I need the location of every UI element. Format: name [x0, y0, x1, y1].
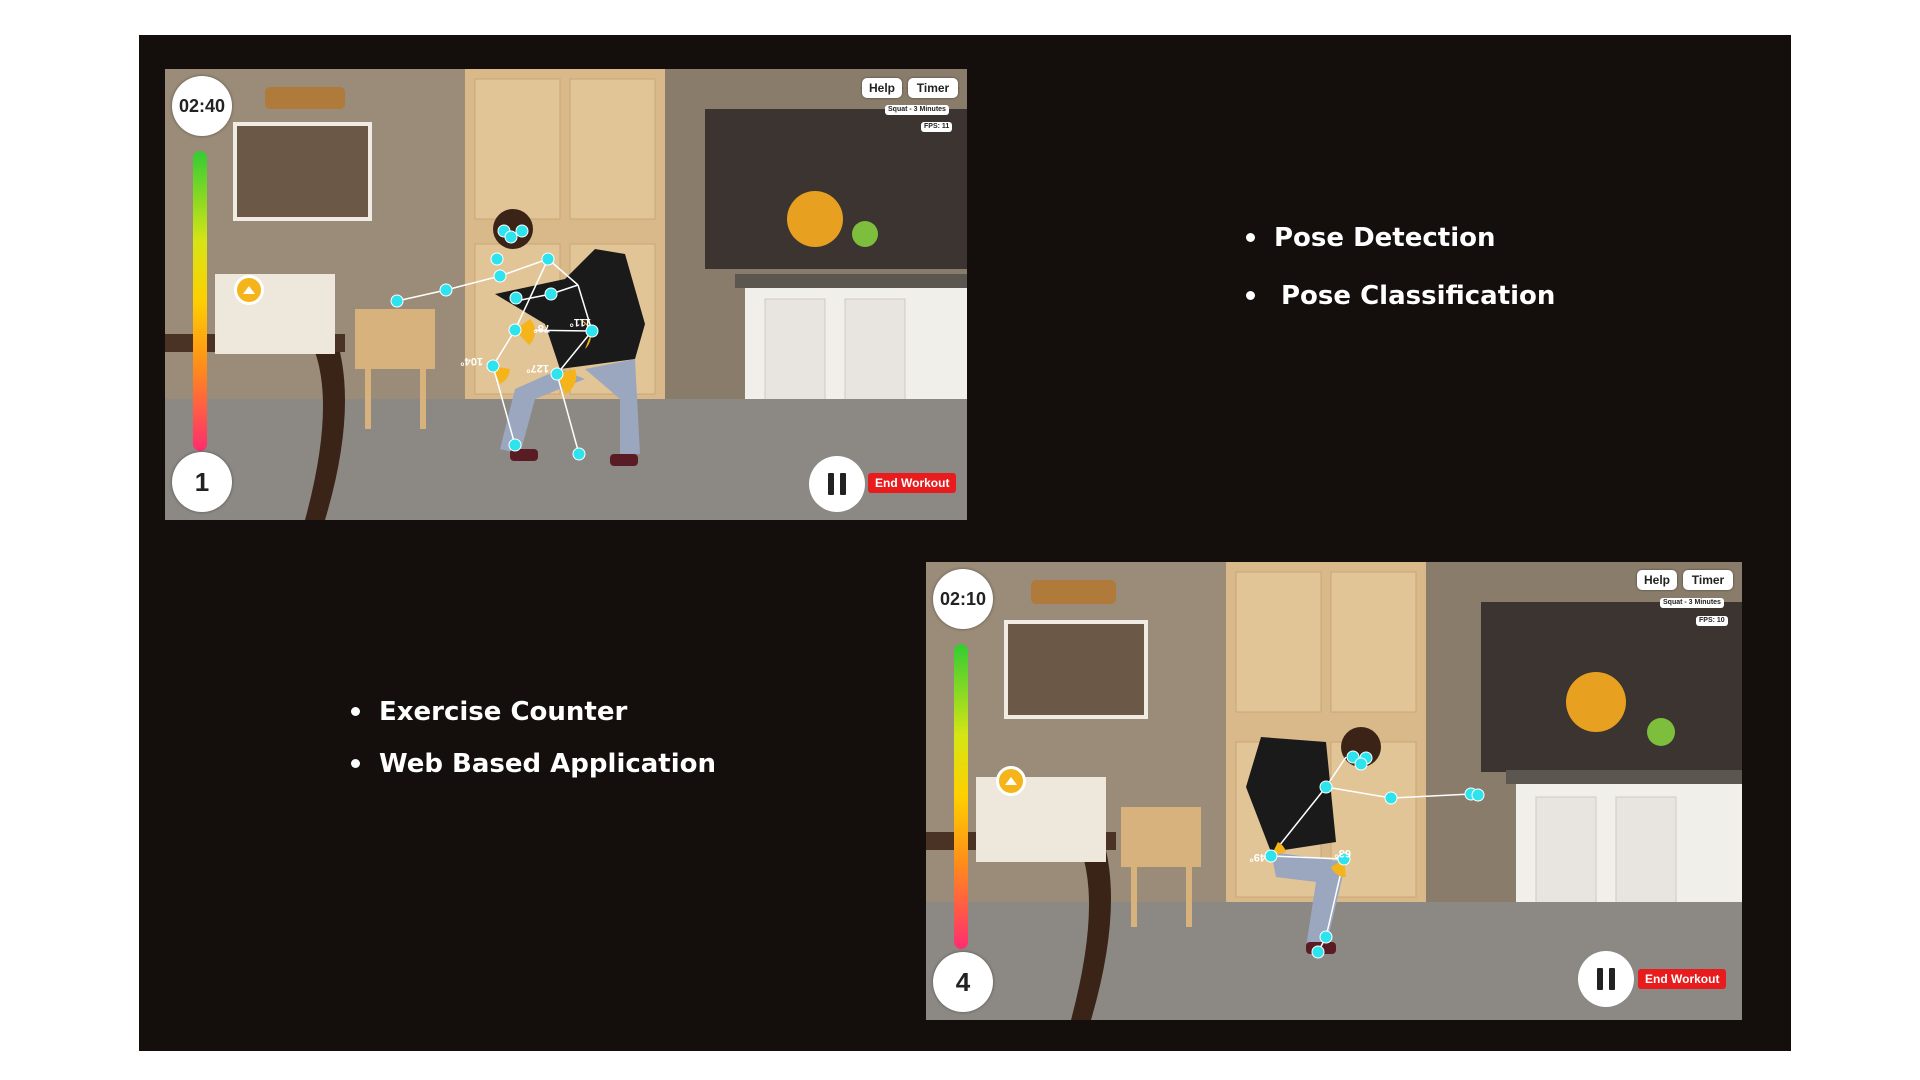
workout-screenshot-1: 111° 78° 104° 127° 02:40 1 Help Timer Sq… [165, 69, 967, 520]
timer-button[interactable]: Timer [1683, 570, 1733, 590]
rep-counter: 1 [172, 452, 232, 512]
workout-screenshot-2: 49° 63° 02:10 4 Help Timer Squat - 3 Min… [926, 562, 1742, 1020]
timer-button[interactable]: Timer [908, 78, 958, 98]
bullet-item: Pose Detection [1244, 223, 1555, 253]
bullet-item: Pose Classification [1244, 281, 1555, 311]
angle-label: 127° [526, 362, 549, 374]
help-button[interactable]: Help [1637, 570, 1677, 590]
end-workout-button[interactable]: End Workout [868, 473, 957, 493]
rep-progress-meter [954, 644, 968, 949]
feature-list-top: Pose Detection Pose Classification [1244, 223, 1555, 311]
timer-display: 02:40 [172, 76, 232, 136]
angle-label: 104° [460, 355, 483, 367]
angle-label: 63° [1334, 847, 1351, 859]
kitchen-scene: 111° 78° 104° 127° [165, 69, 967, 520]
fps-label: FPS: 11 [921, 122, 953, 132]
bullet-item: Web Based Application [349, 749, 716, 779]
kitchen-scene: 49° 63° [926, 562, 1742, 1020]
angle-label: 78° [533, 322, 550, 334]
end-workout-button[interactable]: End Workout [1638, 969, 1727, 989]
fps-label: FPS: 10 [1696, 616, 1728, 626]
help-button[interactable]: Help [862, 78, 902, 98]
rep-counter: 4 [933, 952, 993, 1012]
up-arrow-icon [1005, 777, 1017, 785]
pause-icon [1597, 968, 1603, 990]
presentation-slide: 111° 78° 104° 127° 02:40 1 Help Timer Sq… [139, 35, 1791, 1051]
meter-knob[interactable] [996, 766, 1026, 796]
feature-list-bottom: Exercise Counter Web Based Application [349, 697, 716, 779]
pause-icon [828, 473, 834, 495]
pause-button[interactable] [1578, 951, 1634, 1007]
rep-progress-meter [193, 151, 207, 451]
workout-label: Squat - 3 Minutes [1660, 598, 1724, 608]
timer-display: 02:10 [933, 569, 993, 629]
up-arrow-icon [243, 286, 255, 294]
pause-button[interactable] [809, 456, 865, 512]
angle-label: 111° [569, 316, 591, 328]
angle-label: 49° [1249, 851, 1266, 863]
bullet-item: Exercise Counter [349, 697, 716, 727]
workout-label: Squat - 3 Minutes [885, 105, 949, 115]
meter-knob[interactable] [234, 275, 264, 305]
